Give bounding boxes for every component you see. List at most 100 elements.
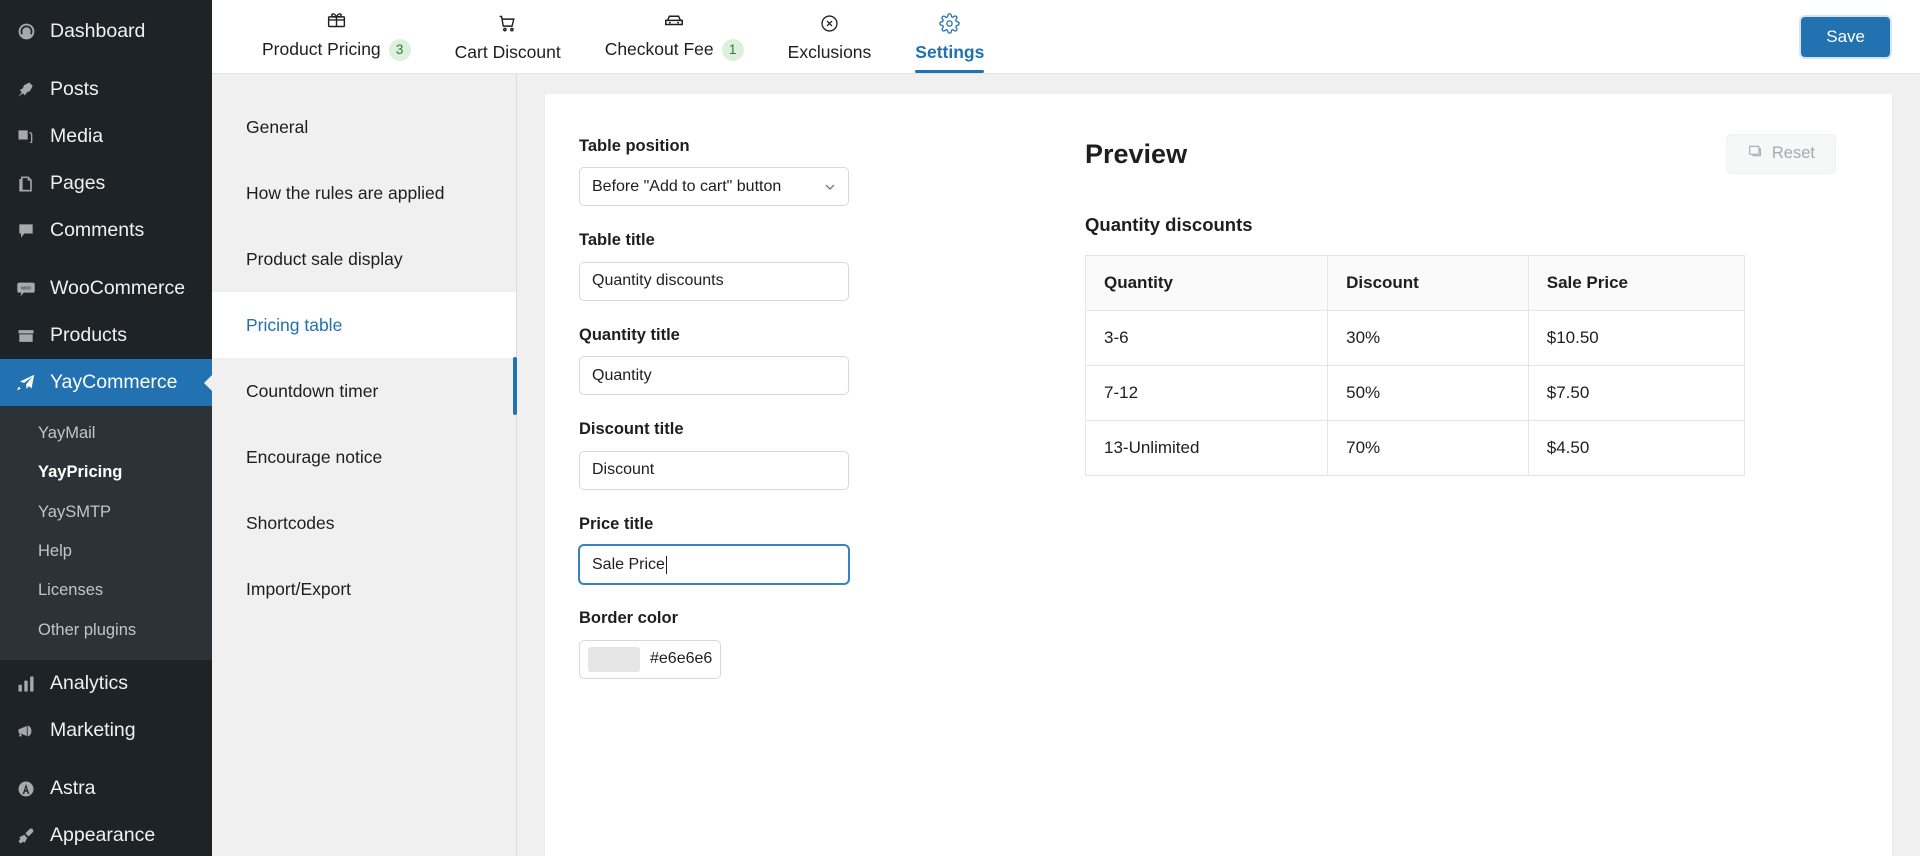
sidebar-item-label: Products	[50, 323, 127, 346]
cell-quantity: 7-12	[1084, 364, 1329, 421]
discount-title-value: Discount	[592, 461, 655, 479]
sidebar-item-label: YayCommerce	[50, 370, 178, 393]
table-body: 3-6 30% $10.50 7-12 50% $7.50 13-Unlimit…	[1084, 309, 1746, 476]
chevron-down-icon	[822, 179, 838, 195]
tab-label: Exclusions	[787, 41, 872, 62]
reset-icon	[1747, 143, 1763, 165]
preview-panel: Preview Reset Quantity discounts Quantit…	[1025, 94, 1892, 856]
table-row: 7-12 50% $7.50	[1084, 364, 1746, 421]
submenu-item-licenses[interactable]: Licenses	[0, 571, 212, 610]
price-title-input[interactable]: Sale Price	[579, 545, 849, 585]
field-table-position: Table position Before "Add to cart" butt…	[579, 136, 1025, 207]
settings-nav-item-encourage-notice[interactable]: Encourage notice	[212, 424, 516, 490]
submenu-item-yaypricing[interactable]: YayPricing	[0, 453, 212, 492]
field-label: Table position	[579, 137, 690, 155]
table-row: 3-6 30% $10.50	[1084, 309, 1746, 366]
column-header-discount: Discount	[1327, 254, 1529, 311]
content-area: General How the rules are applied Produc…	[212, 74, 1920, 856]
submenu-item-yaysmtp[interactable]: YaySMTP	[0, 493, 212, 532]
sidebar-item-comments[interactable]: Comments	[0, 207, 212, 254]
sidebar-item-dashboard[interactable]: Dashboard	[0, 8, 212, 55]
astra-icon	[14, 777, 38, 801]
main-region: Product Pricing 3 Cart Discount Checkout…	[212, 0, 1920, 856]
tab-checkout-fee[interactable]: Checkout Fee 1	[583, 0, 766, 73]
sidebar-item-yaycommerce[interactable]: YayCommerce	[0, 359, 212, 406]
settings-nav-item-general[interactable]: General	[212, 94, 516, 160]
media-icon	[14, 125, 38, 149]
cell-quantity: 13-Unlimited	[1084, 419, 1329, 476]
field-label: Border color	[579, 609, 679, 628]
pages-icon	[14, 172, 38, 196]
tab-label: Product Pricing	[262, 39, 381, 60]
tab-label: Checkout Fee	[604, 39, 714, 60]
sidebar-item-label: WooCommerce	[50, 276, 186, 299]
settings-nav-item-product-sale-display[interactable]: Product sale display	[212, 226, 516, 292]
field-label: Table title	[579, 231, 655, 250]
sidebar-item-media[interactable]: Media	[0, 113, 212, 160]
sidebar-item-analytics[interactable]: Analytics	[0, 660, 212, 707]
sidebar-item-posts[interactable]: Posts	[0, 66, 212, 113]
sidebar-item-pages[interactable]: Pages	[0, 160, 212, 207]
tab-label: Cart Discount	[454, 41, 561, 62]
pin-icon	[14, 78, 38, 102]
admin-page: Dashboard Posts Media Pages Comments woo…	[0, 0, 1920, 856]
yaycommerce-icon	[14, 371, 38, 395]
table-position-value: Before "Add to cart" button	[592, 177, 782, 195]
tab-label: Settings	[915, 41, 985, 62]
settings-nav-item-shortcodes[interactable]: Shortcodes	[212, 490, 516, 556]
sidebar-item-astra[interactable]: Astra	[0, 765, 212, 812]
cell-sale-price: $10.50	[1527, 309, 1746, 366]
cell-quantity: 3-6	[1084, 309, 1329, 366]
cell-discount: 30%	[1327, 309, 1529, 366]
preview-title: Preview	[1085, 138, 1188, 169]
sidebar-item-woocommerce[interactable]: woo WooCommerce	[0, 265, 212, 312]
table-title-input[interactable]: Quantity discounts	[579, 261, 849, 301]
sidebar-item-products[interactable]: Products	[0, 312, 212, 359]
discount-title-input[interactable]: Discount	[579, 450, 849, 490]
border-color-picker[interactable]: #e6e6e6	[579, 639, 721, 679]
color-swatch[interactable]	[588, 646, 640, 672]
settings-nav-item-import-export[interactable]: Import/Export	[212, 556, 516, 622]
field-quantity-title: Quantity title Quantity	[579, 325, 1025, 396]
reset-button[interactable]: Reset	[1725, 134, 1836, 174]
field-label: Quantity title	[579, 325, 680, 344]
tab-exclusions[interactable]: Exclusions	[766, 0, 894, 73]
sidebar-item-label: Appearance	[50, 823, 156, 846]
quantity-title-input[interactable]: Quantity	[579, 356, 849, 396]
preview-pricing-table: Quantity Discount Sale Price 3-6 30% $10…	[1084, 254, 1746, 476]
table-row: 13-Unlimited 70% $4.50	[1084, 419, 1746, 476]
tab-row: Exclusions	[787, 41, 872, 62]
tab-row: Checkout Fee 1	[605, 39, 744, 61]
column-header-sale-price: Sale Price	[1527, 254, 1746, 311]
save-button[interactable]: Save	[1801, 17, 1890, 58]
tab-product-pricing[interactable]: Product Pricing 3	[240, 0, 433, 73]
field-price-title: Price title Sale Price	[579, 514, 1025, 585]
settings-nav-item-pricing-table[interactable]: Pricing table	[212, 292, 516, 358]
settings-nav: General How the rules are applied Produc…	[212, 74, 517, 856]
settings-nav-item-countdown-timer[interactable]: Countdown timer	[212, 358, 516, 424]
dashboard-icon	[14, 20, 38, 44]
sidebar-item-label: Dashboard	[50, 19, 146, 42]
pricing-table-form: Table position Before "Add to cart" butt…	[545, 94, 1025, 856]
sidebar-item-label: Analytics	[50, 671, 129, 694]
submenu-item-other-plugins[interactable]: Other plugins	[0, 611, 212, 650]
tab-list: Product Pricing 3 Cart Discount Checkout…	[240, 0, 1006, 73]
table-position-select[interactable]: Before "Add to cart" button	[579, 167, 849, 207]
cell-discount: 50%	[1327, 364, 1529, 421]
tab-settings[interactable]: Settings	[893, 0, 1006, 73]
tab-cart-discount[interactable]: Cart Discount	[433, 0, 583, 73]
circle-x-icon	[819, 11, 840, 37]
sidebar-item-appearance[interactable]: Appearance	[0, 812, 212, 856]
tab-badge: 3	[388, 39, 411, 61]
submenu-item-yaymail[interactable]: YayMail	[0, 414, 212, 453]
tab-row: Settings	[915, 41, 985, 62]
sidebar-item-label: Posts	[50, 77, 99, 100]
sidebar-item-marketing[interactable]: Marketing	[0, 707, 212, 754]
woo-icon: woo	[14, 277, 38, 301]
tab-row: Product Pricing 3	[262, 39, 411, 61]
top-tab-bar: Product Pricing 3 Cart Discount Checkout…	[212, 0, 1920, 74]
analytics-icon	[14, 672, 38, 696]
field-label: Discount title	[579, 420, 684, 439]
settings-nav-item-how-rules-applied[interactable]: How the rules are applied	[212, 160, 516, 226]
submenu-item-help[interactable]: Help	[0, 532, 212, 571]
